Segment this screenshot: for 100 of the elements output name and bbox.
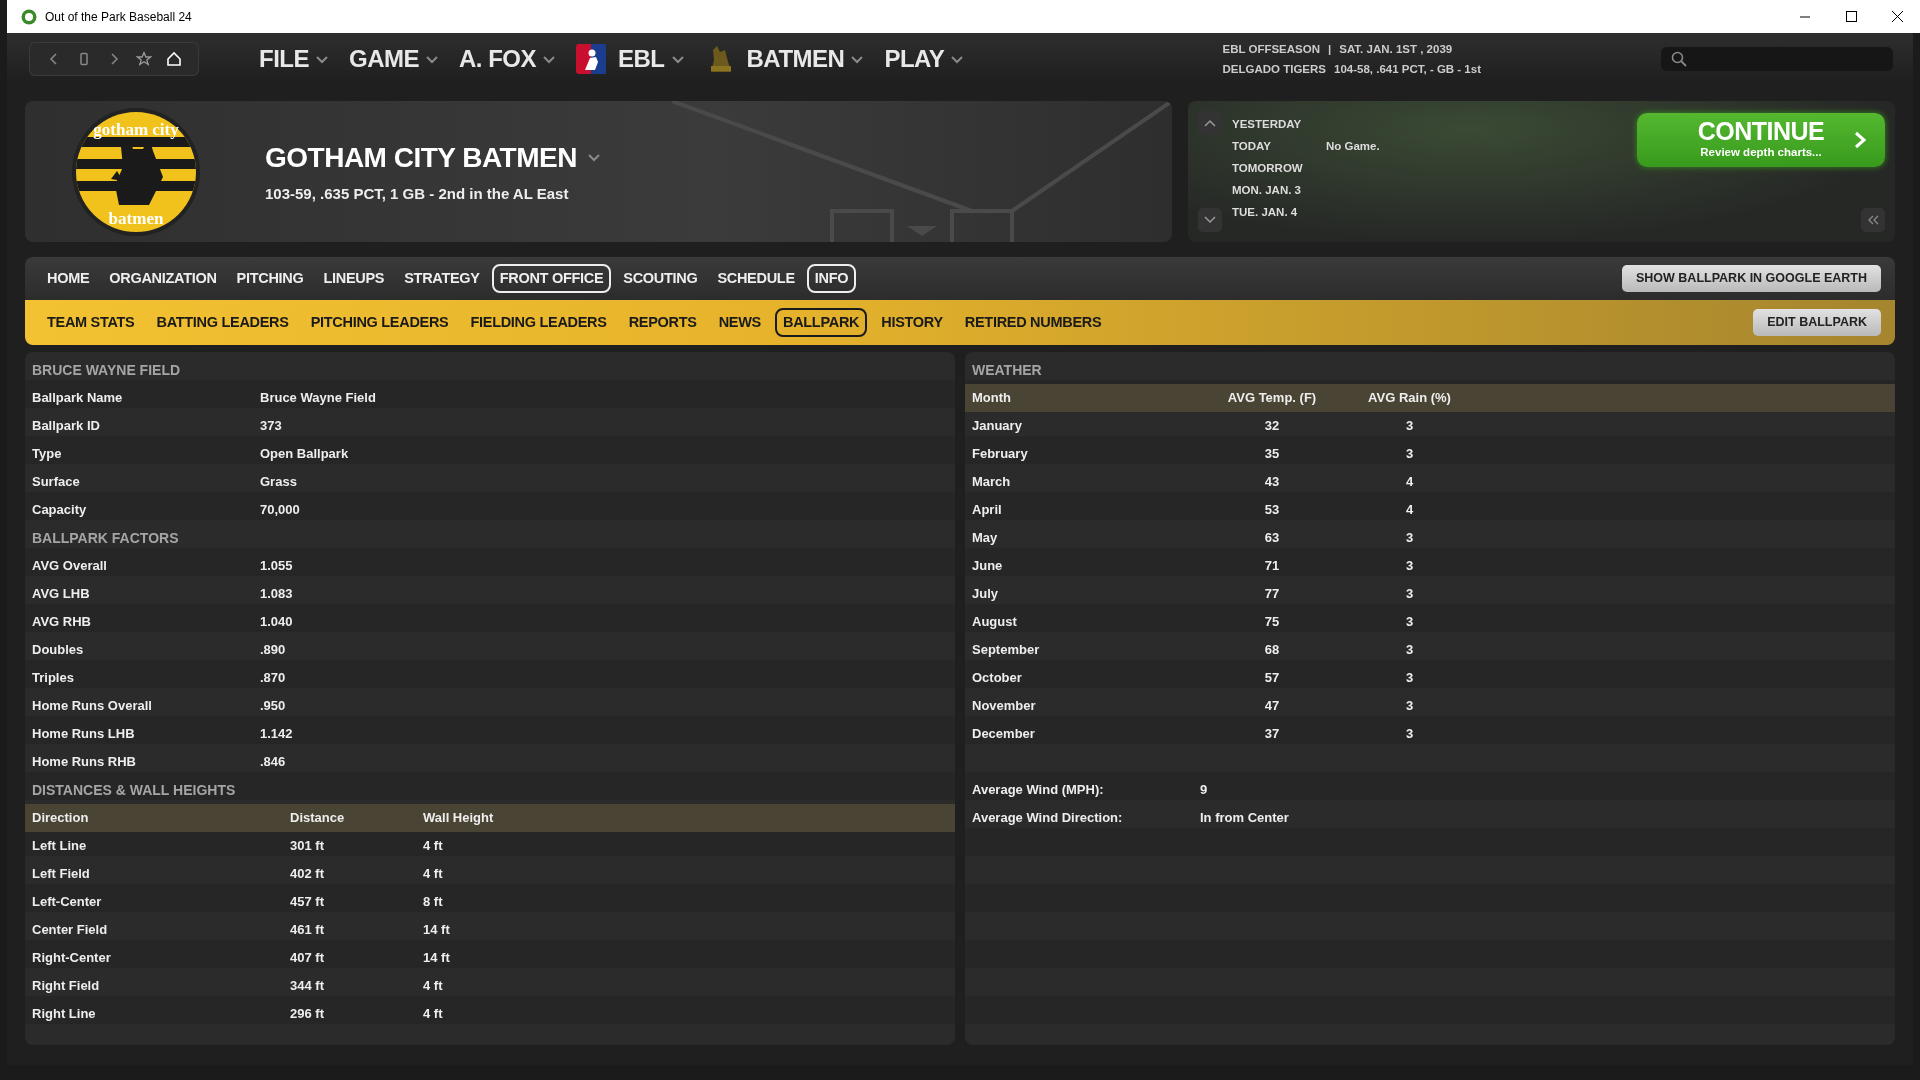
column-header: Distance (290, 810, 345, 826)
table-cell: 3 (1405, 530, 1414, 546)
field-value: 1.055 (260, 558, 293, 574)
table-cell: November (972, 698, 1036, 714)
table-cell: 3 (1405, 586, 1414, 602)
field-label: Doubles (32, 642, 84, 658)
table-cell: January (972, 418, 1022, 434)
table-cell: October (972, 670, 1022, 686)
menu-item[interactable]: A. FOX (449, 41, 566, 77)
nav-tab[interactable]: HISTORY (873, 307, 951, 338)
table-cell: 47 (1264, 698, 1280, 714)
field-label: AVG Overall (32, 558, 107, 574)
window-title: Out of the Park Baseball 24 (45, 8, 192, 26)
field-label: Triples (32, 670, 74, 686)
table-cell: 32 (1264, 418, 1280, 434)
table-cell: 3 (1405, 642, 1414, 658)
field-label: Ballpark ID (32, 418, 100, 434)
nav-tab[interactable]: REPORTS (620, 307, 705, 338)
nav-tab[interactable]: STRATEGY (396, 263, 488, 294)
leader-record: 104-58, .641 PCT, - GB - 1st (1334, 63, 1481, 75)
column-header: Direction (32, 810, 89, 826)
table-cell: 3 (1405, 446, 1414, 462)
table-cell: 75 (1264, 614, 1280, 630)
nav-tab[interactable]: SCHEDULE (709, 263, 803, 294)
nav-tab[interactable]: RETIRED NUMBERS (956, 307, 1110, 338)
table-cell: 4 (1405, 502, 1414, 518)
table-cell: 4 ft (423, 978, 443, 994)
search-field[interactable] (1661, 47, 1893, 71)
scroll-up-button[interactable] (1198, 111, 1222, 135)
field-value: In from Center (1200, 810, 1289, 826)
menu-item[interactable]: BATMEN (694, 41, 875, 77)
close-icon[interactable] (1889, 9, 1905, 24)
menu-item[interactable]: GAME (339, 41, 449, 77)
table-cell: 37 (1264, 726, 1280, 742)
leader-team: DELGADO TIGERS (1222, 63, 1326, 75)
field-value: .846 (260, 754, 286, 770)
caret-icon[interactable] (950, 53, 965, 65)
nav-tab[interactable]: PITCHING (228, 263, 312, 294)
table-cell: Right-Center (32, 950, 111, 966)
field-value: 1.040 (260, 614, 293, 630)
menu-item[interactable]: PLAY (874, 41, 975, 77)
home-icon[interactable] (166, 51, 182, 67)
field-label: Home Runs Overall (32, 698, 152, 714)
field-label: Average Wind Direction: (972, 810, 1123, 826)
day-label: TOMORROW (1232, 161, 1304, 176)
table-cell: September (972, 642, 1040, 658)
table-cell: 77 (1264, 586, 1280, 602)
double-chevron-icon (1866, 214, 1880, 226)
caret-icon[interactable] (850, 53, 865, 65)
column-header: Month (972, 390, 1011, 406)
nav-tab[interactable]: SCOUTING (615, 263, 706, 294)
chevron-up-icon (1203, 118, 1217, 128)
nav-tab[interactable]: HOME (39, 263, 98, 294)
table-cell: 402 ft (290, 866, 324, 882)
table-cell: Right Field (32, 978, 100, 994)
collapse-button[interactable] (1861, 208, 1885, 232)
nav-tab[interactable]: INFO (806, 263, 857, 294)
section-title: WEATHER (972, 361, 1042, 378)
caret-icon[interactable] (542, 53, 556, 65)
day-label: TUE. JAN. 4 (1232, 205, 1299, 220)
league-logo-icon (576, 44, 606, 74)
nav-tab[interactable]: ORGANIZATION (101, 263, 225, 294)
menu-item[interactable]: FILE (249, 41, 339, 77)
caret-icon[interactable] (315, 53, 329, 65)
nav-tab[interactable]: PITCHING LEADERS (302, 307, 457, 338)
table-cell: 71 (1264, 558, 1280, 574)
field-value: 70,000 (260, 502, 300, 518)
chevron-down-icon (1203, 215, 1217, 225)
table-cell: 461 ft (290, 922, 324, 938)
team-name: GOTHAM CITY BATMEN (265, 141, 577, 176)
nav-tab[interactable]: BATTING LEADERS (148, 307, 297, 338)
caret-icon[interactable] (670, 53, 685, 65)
nav-tab[interactable]: NEWS (710, 307, 769, 338)
caret-icon[interactable] (425, 53, 439, 65)
table-cell: 57 (1264, 670, 1280, 686)
nav-tab[interactable]: TEAM STATS (39, 307, 143, 338)
table-cell: 457 ft (290, 894, 324, 910)
edit-ballpark-button[interactable]: EDIT BALLPARK (1753, 309, 1881, 336)
field-value: .890 (260, 642, 286, 658)
field-label: Surface (32, 474, 80, 490)
field-value: .950 (260, 698, 286, 714)
field-label: Home Runs RHB (32, 754, 136, 770)
scroll-down-button[interactable] (1198, 208, 1222, 232)
table-cell: Left-Center (32, 894, 102, 910)
nav-tab[interactable]: BALLPARK (774, 307, 868, 338)
separator: | (1328, 43, 1332, 55)
google-earth-button[interactable]: SHOW BALLPARK IN GOOGLE EARTH (1622, 265, 1881, 292)
table-cell: August (972, 614, 1017, 630)
menu-item[interactable]: EBL (566, 41, 695, 77)
team-record: 103-59, .635 PCT, 1 GB - 2nd in the AL East (265, 184, 570, 205)
field-label: Home Runs LHB (32, 726, 135, 742)
nav-tab[interactable]: LINEUPS (315, 263, 393, 294)
field-value: 373 (260, 418, 282, 434)
star-icon[interactable] (136, 51, 152, 67)
day-label: MON. JAN. 3 (1232, 183, 1302, 198)
field-label: AVG LHB (32, 586, 90, 602)
field-value: 9 (1200, 782, 1208, 798)
nav-tab[interactable]: FRONT OFFICE (491, 263, 612, 294)
nav-tab[interactable]: FIELDING LEADERS (462, 307, 615, 338)
maximize-icon[interactable] (1843, 9, 1859, 24)
